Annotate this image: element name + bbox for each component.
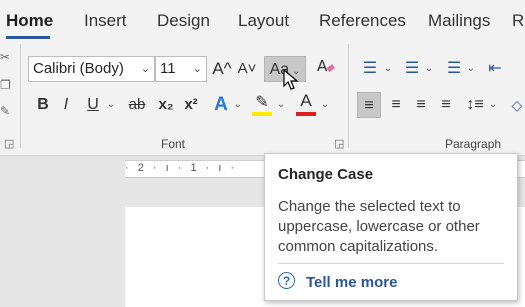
tooltip-title: Change Case	[278, 166, 374, 183]
group-divider	[348, 44, 349, 148]
format-painter-icon[interactable]: ✎	[0, 104, 14, 118]
multilevel-chevron-icon[interactable]: ⌄	[466, 56, 476, 82]
help-icon[interactable]: ?	[278, 272, 295, 289]
italic-button[interactable]: I	[58, 92, 74, 118]
ruler-marks: · 2 · ı · 1 · ı ·	[125, 162, 238, 174]
tab-references[interactable]: References	[319, 11, 406, 31]
subscript-button[interactable]: x₂	[155, 92, 177, 118]
clear-formatting-button[interactable]: A	[314, 56, 338, 82]
shrink-font-button[interactable]: A˅	[236, 56, 258, 82]
tell-me-more-link[interactable]: Tell me more	[306, 274, 397, 291]
cut-icon[interactable]: ✂	[0, 50, 14, 64]
line-spacing-icon[interactable]: ↕≡	[464, 92, 486, 118]
chevron-down-icon: ⌄	[140, 63, 150, 75]
numbering-chevron-icon[interactable]: ⌄	[424, 56, 434, 82]
text-effects-button[interactable]: A	[210, 92, 232, 118]
grow-font-button[interactable]: A^	[211, 56, 233, 82]
font-color-swatch	[296, 112, 316, 116]
tab-mailings[interactable]: Mailings	[428, 11, 490, 31]
ribbon-tabs: Home Insert Design Layout References Mai…	[0, 0, 525, 42]
font-color-chevron-icon[interactable]: ⌄	[320, 92, 330, 118]
underline-options-chevron-icon[interactable]: ⌄	[106, 92, 116, 118]
font-color-button[interactable]: A	[295, 88, 317, 114]
underline-button[interactable]: U	[84, 92, 102, 118]
shading-icon[interactable]: ◇	[510, 92, 524, 118]
tab-review[interactable]: R	[512, 11, 524, 31]
strikethrough-button[interactable]: ab	[125, 92, 149, 118]
font-size-value: 11	[160, 60, 176, 77]
line-spacing-chevron-icon[interactable]: ⌄	[488, 92, 498, 118]
chevron-down-icon: ⌄	[192, 63, 202, 75]
align-right-button[interactable]: ≡	[410, 92, 432, 118]
active-tab-indicator	[6, 36, 50, 39]
multilevel-list-icon[interactable]: ☰	[442, 56, 466, 82]
highlight-chevron-icon[interactable]: ⌄	[276, 92, 286, 118]
numbering-icon[interactable]: ☰	[400, 56, 424, 82]
bold-button[interactable]: B	[34, 92, 52, 118]
tab-home[interactable]: Home	[6, 11, 53, 31]
clear-formatting-icon: A	[317, 57, 335, 75]
font-name-value: Calibri (Body)	[33, 60, 124, 77]
align-left-button[interactable]: ≡	[357, 92, 381, 118]
tab-insert[interactable]: Insert	[84, 11, 127, 31]
tab-design[interactable]: Design	[157, 11, 210, 31]
align-center-button[interactable]: ≡	[385, 92, 407, 118]
justify-button[interactable]: ≡	[435, 92, 457, 118]
font-size-dropdown[interactable]: 11 ⌄	[155, 56, 207, 82]
font-dialog-launcher-icon[interactable]: ◲	[334, 137, 344, 150]
text-effects-chevron-icon[interactable]: ⌄	[233, 92, 243, 118]
bullets-chevron-icon[interactable]: ⌄	[383, 56, 393, 82]
tooltip-divider	[278, 263, 504, 264]
bullets-icon[interactable]: ☰	[357, 56, 383, 82]
highlight-color-swatch	[252, 112, 272, 116]
tooltip-description: Change the selected text to uppercase, l…	[278, 198, 480, 255]
highlighter-icon: ✎	[255, 94, 269, 111]
copy-icon[interactable]: ❐	[0, 78, 14, 92]
font-group-label: Font	[161, 137, 186, 151]
decrease-indent-icon[interactable]: ⇤	[484, 56, 506, 82]
superscript-button[interactable]: x²	[180, 92, 202, 118]
clipboard-launcher-icon[interactable]: ◲	[4, 137, 14, 150]
paragraph-group-label: Paragraph	[445, 137, 502, 151]
group-divider	[20, 44, 21, 148]
change-case-tooltip: Change Case Change the selected text to …	[264, 153, 518, 301]
ribbon-home: ✂ ❐ ✎ ◲ Calibri (Body) ⌄ 11 ⌄ A^ A˅ Aa ⌄…	[0, 42, 525, 156]
svg-text:A: A	[317, 57, 328, 75]
tab-layout[interactable]: Layout	[238, 11, 289, 31]
font-name-dropdown[interactable]: Calibri (Body) ⌄	[28, 56, 155, 82]
